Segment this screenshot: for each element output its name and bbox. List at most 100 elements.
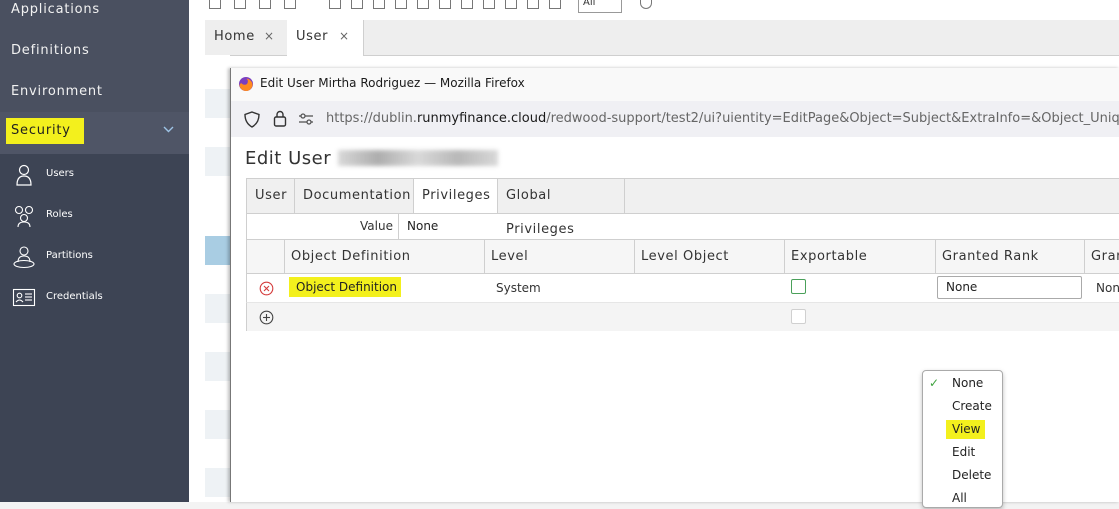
toolbar-icon[interactable] <box>505 0 517 9</box>
grid-header: Object Definition Level Level Object Exp… <box>246 240 1119 274</box>
dropdown-option-none[interactable]: ✓ None <box>923 372 1002 394</box>
toolbar-icon[interactable] <box>439 0 451 9</box>
roles-icon <box>14 205 34 228</box>
sidebar-item-users[interactable]: Users <box>0 154 189 194</box>
add-row <box>246 303 1119 331</box>
toolbar-icon[interactable] <box>417 0 429 9</box>
shield-icon[interactable] <box>244 111 260 128</box>
dropdown-option-view[interactable]: View <box>923 418 1002 440</box>
object-definition-cell[interactable]: Object Definition <box>289 277 401 297</box>
permissions-icon[interactable] <box>298 113 314 125</box>
page-title: Edit User <box>245 148 332 169</box>
sidebar-item-definitions[interactable]: Definitions <box>11 43 90 58</box>
tab-documentation[interactable]: Documentation <box>295 179 414 213</box>
column-header-exportable[interactable]: Exportable <box>785 240 936 273</box>
toolbar-icon[interactable] <box>395 0 407 9</box>
redacted-user-name <box>338 150 498 166</box>
add-icon[interactable] <box>259 310 274 325</box>
url-text[interactable]: https://dublin.runmyfinance.cloud/redwoo… <box>326 111 1119 126</box>
sidebar-item-environment[interactable]: Environment <box>11 84 103 99</box>
exportable-checkbox[interactable] <box>791 279 806 294</box>
sidebar-item-partitions[interactable]: Partitions <box>0 236 189 276</box>
grid-row-selected[interactable] <box>205 236 230 265</box>
grid-row <box>205 468 230 497</box>
gear-icon[interactable] <box>284 0 296 9</box>
address-bar[interactable]: https://dublin.runmyfinance.cloud/redwoo… <box>231 101 1119 137</box>
filter-dropdown[interactable]: All <box>578 0 622 13</box>
close-icon[interactable]: × <box>339 29 350 43</box>
window-titlebar: Edit User Mirtha Rodriguez — Mozilla Fir… <box>231 68 1119 101</box>
toolbar-icon[interactable] <box>329 0 341 9</box>
granted-rank-field[interactable]: None <box>937 276 1082 299</box>
tab-label: Home <box>214 29 255 44</box>
refresh-icon[interactable] <box>640 0 652 9</box>
sidebar: Applications Definitions Environment Sec… <box>0 0 189 502</box>
url-prefix: https://dublin. <box>326 111 417 126</box>
toolbar-icon[interactable] <box>527 0 539 9</box>
security-subnav: Users Roles Partitions Credentials <box>0 154 189 502</box>
form-tabs: User Documentation Privileges Global Pri… <box>246 178 1119 237</box>
home-icon[interactable] <box>209 0 221 9</box>
column-header-actions <box>247 240 285 273</box>
sidebar-item-label: Users <box>46 168 75 179</box>
column-header-level[interactable]: Level <box>485 240 635 273</box>
url-path: /redwood-support/test2/ui?uientity=EditP… <box>546 111 1119 126</box>
value-field[interactable]: None <box>398 214 1119 239</box>
chevron-down-icon[interactable] <box>163 124 174 135</box>
user-icon <box>16 164 32 186</box>
toolbar: All <box>205 0 1119 14</box>
check-icon: ✓ <box>929 376 940 390</box>
edit-user-page: Edit User User Documentation Privileges … <box>231 137 1119 508</box>
toolbar-icon[interactable] <box>351 0 363 9</box>
column-header-level-object[interactable]: Level Object <box>635 240 785 273</box>
firefox-window: Edit User Mirtha Rodriguez — Mozilla Fir… <box>230 68 1119 508</box>
sidebar-item-credentials[interactable]: Credentials <box>0 277 189 317</box>
sidebar-item-label: Roles <box>46 209 73 220</box>
sidebar-item-label: Credentials <box>46 291 103 302</box>
dropdown-option-delete[interactable]: Delete <box>923 464 1002 486</box>
table-row: Object Definition System None Non <box>246 274 1119 303</box>
column-header-object-definition[interactable]: Object Definition <box>285 240 485 273</box>
column-header-next[interactable]: Gran <box>1085 240 1119 273</box>
tab-user[interactable]: User <box>247 179 295 213</box>
filter-value: All <box>583 0 596 8</box>
grid-row <box>205 89 230 118</box>
sidebar-item-label: Partitions <box>46 250 93 261</box>
toolbar-icon[interactable] <box>549 0 561 9</box>
sidebar-item-security-label[interactable]: Security <box>6 118 84 144</box>
value-text: None <box>407 219 439 233</box>
tab-label: User <box>296 29 329 44</box>
value-row: Value None <box>246 214 1119 240</box>
column-header-granted-rank[interactable]: Granted Rank <box>936 240 1085 273</box>
tab-global-privileges[interactable]: Global Privileges <box>498 179 625 237</box>
next-column-cell: Non <box>1096 281 1119 295</box>
level-cell[interactable]: System <box>496 281 541 295</box>
close-icon[interactable]: × <box>264 29 275 43</box>
toolbar-icon[interactable] <box>483 0 495 9</box>
tab-home[interactable]: Home × <box>205 20 288 55</box>
credentials-icon <box>12 288 36 307</box>
value-label: Value <box>360 219 393 233</box>
dropdown-option-all[interactable]: All <box>923 487 1002 509</box>
dropdown-option-create[interactable]: Create <box>923 395 1002 417</box>
sidebar-item-roles[interactable]: Roles <box>0 195 189 235</box>
window-title: Edit User Mirtha Rodriguez — Mozilla Fir… <box>260 76 525 90</box>
lock-icon[interactable] <box>273 110 287 127</box>
toolbar-icon[interactable] <box>461 0 473 9</box>
exportable-checkbox-disabled <box>791 309 806 324</box>
toolbar-icon[interactable] <box>234 0 246 9</box>
firefox-icon <box>239 77 253 92</box>
dropdown-option-edit[interactable]: Edit <box>923 441 1002 463</box>
url-domain: runmyfinance.cloud <box>416 111 547 126</box>
granted-rank-dropdown: ✓ None Create View Edit Delete All <box>922 370 1003 508</box>
grid-row <box>205 410 230 439</box>
toolbar-icon[interactable] <box>373 0 385 9</box>
toolbar-icon[interactable] <box>259 0 271 9</box>
tab-user[interactable]: User × <box>287 20 364 56</box>
sidebar-item-applications[interactable]: Applications <box>11 2 100 17</box>
partitions-icon <box>13 246 35 269</box>
tab-privileges[interactable]: Privileges <box>414 179 498 213</box>
remove-icon[interactable] <box>259 281 274 296</box>
grid-row <box>205 352 230 381</box>
app-tabs: Home × User × <box>205 20 1119 56</box>
